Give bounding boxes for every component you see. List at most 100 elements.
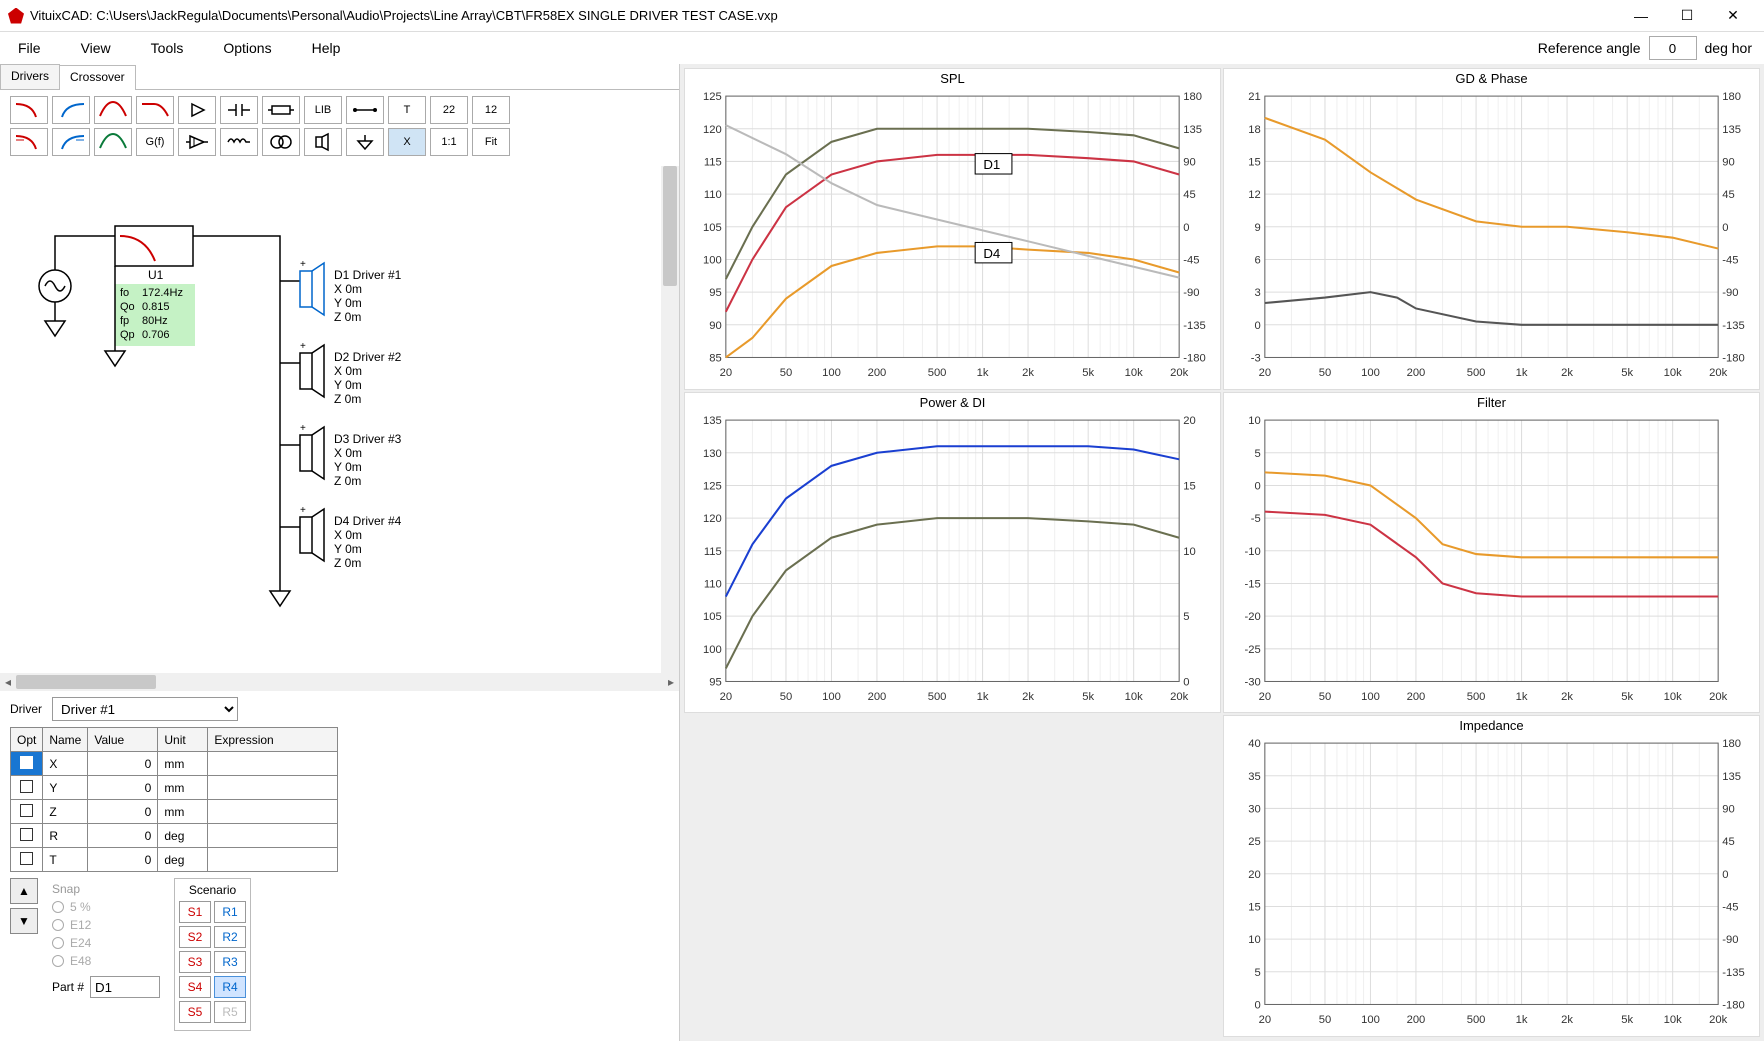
svg-text:5k: 5k — [1082, 691, 1094, 703]
table-row[interactable]: T0deg — [11, 848, 338, 872]
svg-text:135: 135 — [1722, 771, 1741, 783]
svg-text:180: 180 — [1183, 91, 1202, 103]
tool-bandpass-red-icon[interactable] — [94, 96, 132, 124]
tool-num1[interactable]: 22 — [430, 96, 468, 124]
svg-text:-135: -135 — [1722, 967, 1744, 979]
scenario-S2[interactable]: S2 — [179, 926, 211, 948]
menu-view[interactable]: View — [75, 36, 117, 60]
scenario-S3[interactable]: S3 — [179, 951, 211, 973]
property-table[interactable]: Opt Name Value Unit Expression X0mmY0mmZ… — [10, 727, 338, 872]
tool-zoom-fit[interactable]: Fit — [472, 128, 510, 156]
tool-wire-icon[interactable] — [346, 96, 384, 124]
move-up-button[interactable]: ▲ — [10, 878, 38, 904]
svg-text:X 0m: X 0m — [334, 282, 362, 296]
svg-text:20k: 20k — [1170, 367, 1188, 379]
tool-resistor-icon[interactable] — [262, 96, 300, 124]
svg-text:0: 0 — [1722, 869, 1728, 881]
tool-num2[interactable]: 12 — [472, 96, 510, 124]
svg-text:5: 5 — [1255, 967, 1261, 979]
svg-text:200: 200 — [1407, 367, 1426, 379]
tool-buffer-icon[interactable] — [178, 128, 216, 156]
scenario-R1[interactable]: R1 — [214, 901, 246, 923]
tool-delete-button[interactable]: X — [388, 128, 426, 156]
part-input[interactable] — [90, 976, 160, 998]
svg-text:10k: 10k — [1125, 691, 1143, 703]
table-row[interactable]: Z0mm — [11, 800, 338, 824]
tool-transformer-icon[interactable] — [262, 128, 300, 156]
svg-text:20k: 20k — [1709, 367, 1727, 379]
menu-tools[interactable]: Tools — [145, 36, 190, 60]
svg-text:X 0m: X 0m — [334, 528, 362, 542]
svg-text:500: 500 — [1467, 367, 1486, 379]
svg-text:200: 200 — [868, 367, 887, 379]
tool-ground-icon[interactable] — [346, 128, 384, 156]
svg-text:-20: -20 — [1245, 611, 1261, 623]
tool-highpass-blue-icon[interactable] — [52, 96, 90, 124]
move-down-button[interactable]: ▼ — [10, 908, 38, 934]
svg-text:120: 120 — [703, 124, 722, 136]
scenario-S5[interactable]: S5 — [179, 1001, 211, 1023]
svg-text:D1: D1 — [983, 157, 1000, 172]
tool-bandpass-green-icon[interactable] — [94, 128, 132, 156]
schematic-scrollbar-v[interactable] — [661, 166, 679, 673]
chart-filter[interactable]: Filter-30-25-20-15-10-505102050100200500… — [1223, 392, 1760, 714]
tool-play-icon[interactable] — [178, 96, 216, 124]
svg-text:45: 45 — [1183, 189, 1195, 201]
tool-text-button[interactable]: T — [388, 96, 426, 124]
chart-gdphase[interactable]: GD & Phase-3036912151821-180-135-90-4504… — [1223, 68, 1760, 390]
tool-inductor-icon[interactable] — [220, 128, 258, 156]
tool-lowpass-red-icon[interactable] — [10, 96, 48, 124]
scenario-R3[interactable]: R3 — [214, 951, 246, 973]
tool-transfer-button[interactable]: G(f) — [136, 128, 174, 156]
svg-text:45: 45 — [1722, 189, 1734, 201]
svg-text:20: 20 — [1248, 869, 1260, 881]
tool-lowpass2-red-icon[interactable] — [10, 128, 48, 156]
svg-text:0: 0 — [1183, 222, 1189, 234]
minimize-button[interactable]: — — [1618, 0, 1664, 32]
close-button[interactable]: ✕ — [1710, 0, 1756, 32]
scenario-R2[interactable]: R2 — [214, 926, 246, 948]
svg-text:15: 15 — [1248, 902, 1260, 914]
tool-library-button[interactable]: LIB — [304, 96, 342, 124]
scenario-S4[interactable]: S4 — [179, 976, 211, 998]
menu-file[interactable]: File — [12, 36, 47, 60]
tool-zoom-ratio[interactable]: 1:1 — [430, 128, 468, 156]
table-row[interactable]: Y0mm — [11, 776, 338, 800]
svg-text:15: 15 — [1248, 157, 1260, 169]
chart-impedance[interactable]: Impedance0510152025303540-180-135-90-450… — [1223, 715, 1760, 1037]
tab-crossover[interactable]: Crossover — [59, 65, 136, 90]
refangle-input[interactable] — [1649, 36, 1697, 60]
svg-text:100: 100 — [822, 691, 841, 703]
svg-text:Y 0m: Y 0m — [334, 460, 362, 474]
menu-options[interactable]: Options — [217, 36, 277, 60]
svg-text:3: 3 — [1255, 287, 1261, 299]
scenario-S1[interactable]: S1 — [179, 901, 211, 923]
chart-powerdi[interactable]: Power & DI951001051101151201251301350510… — [684, 392, 1221, 714]
svg-text:180: 180 — [1722, 91, 1741, 103]
table-row[interactable]: X0mm — [11, 752, 338, 776]
snap-5pct: 5 % — [52, 900, 160, 914]
svg-text:D4: D4 — [983, 246, 1000, 261]
scenario-R4[interactable]: R4 — [214, 976, 246, 998]
tool-speaker-icon[interactable] — [304, 128, 342, 156]
snap-label: Snap — [52, 882, 160, 896]
window-title: VituixCAD: C:\Users\JackRegula\Documents… — [30, 8, 1618, 23]
driver-select[interactable]: Driver #1 — [52, 697, 238, 721]
svg-text:-135: -135 — [1183, 320, 1205, 332]
tool-capacitor-icon[interactable] — [220, 96, 258, 124]
table-row[interactable]: R0deg — [11, 824, 338, 848]
tool-highpass2-blue-icon[interactable] — [52, 128, 90, 156]
svg-text:20: 20 — [1259, 691, 1271, 703]
svg-text:-5: -5 — [1251, 513, 1261, 525]
menu-help[interactable]: Help — [306, 36, 347, 60]
tab-drivers[interactable]: Drivers — [0, 64, 60, 89]
tool-shelf-red-icon[interactable] — [136, 96, 174, 124]
chart-spl[interactable]: SPL859095100105110115120125-180-135-90-4… — [684, 68, 1221, 390]
svg-text:10k: 10k — [1664, 1014, 1682, 1026]
chart-title: Power & DI — [685, 395, 1220, 410]
schematic-scrollbar-h[interactable]: ◂ ▸ — [0, 673, 679, 691]
schematic-canvas[interactable]: U1 fo172.4Hz Qo0.815 fp80Hz Qp0.706 + D1… — [0, 166, 679, 673]
scenario-R5[interactable]: R5 — [214, 1001, 246, 1023]
maximize-button[interactable]: ☐ — [1664, 0, 1710, 32]
col-name: Name — [43, 728, 88, 752]
